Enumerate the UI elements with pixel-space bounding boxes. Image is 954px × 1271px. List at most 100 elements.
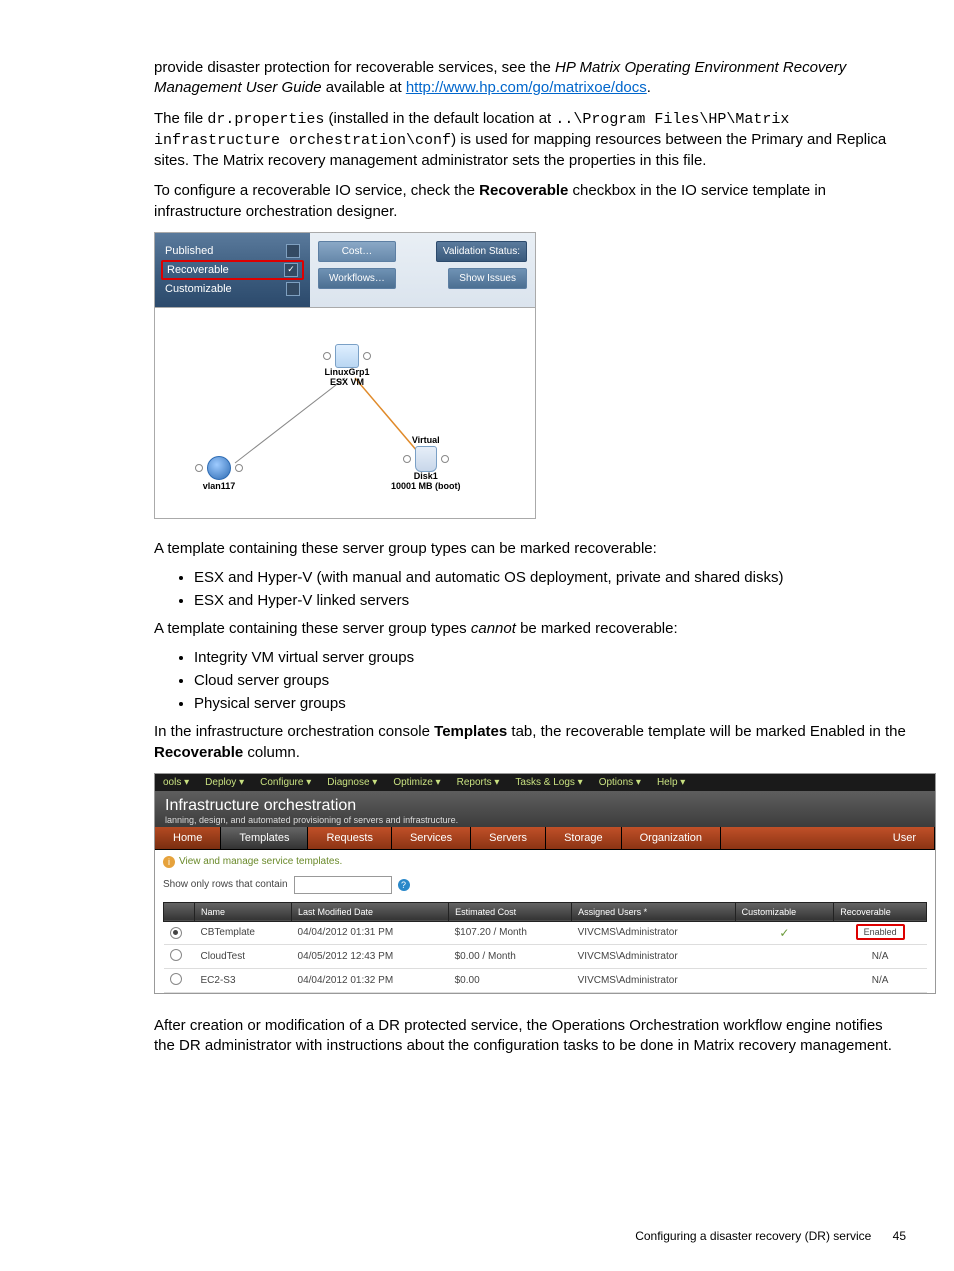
disk-label-2: 10001 MB (boot): [391, 482, 461, 492]
cell-customizable: [735, 968, 834, 992]
vm-node[interactable]: LinuxGrp1 ESX VM: [323, 344, 371, 388]
cost-button[interactable]: Cost…: [318, 241, 396, 262]
filter-row: Show only rows that contain ?: [163, 876, 927, 894]
cell-cost: $0.00: [449, 968, 572, 992]
text: provide disaster protection for recovera…: [154, 59, 555, 76]
designer-buttons: Cost… Workflows… Validation Status: Show…: [310, 233, 535, 307]
virtual-label: Virtual: [391, 436, 461, 446]
code-filename: dr.properties: [207, 111, 324, 128]
templates-panel: i View and manage service templates. Sho…: [155, 850, 935, 993]
col-name[interactable]: Name: [195, 902, 292, 921]
cell-users: VIVCMS\Administrator: [572, 968, 736, 992]
col-recoverable[interactable]: Recoverable: [834, 902, 927, 921]
col-estimated-cost[interactable]: Estimated Cost: [449, 902, 572, 921]
text: A template containing these server group…: [154, 620, 471, 637]
docs-link[interactable]: http://www.hp.com/go/matrixoe/docs: [406, 79, 647, 96]
checkmark-icon: ✓: [779, 926, 789, 940]
table-row[interactable]: CloudTest 04/05/2012 12:43 PM $0.00 / Mo…: [164, 944, 927, 968]
col-assigned-users[interactable]: Assigned Users *: [572, 902, 736, 921]
port-dot: [323, 352, 331, 360]
table-header-row: Name Last Modified Date Estimated Cost A…: [164, 902, 927, 921]
tab-storage[interactable]: Storage: [546, 827, 622, 849]
menu-tools[interactable]: ools ▾: [155, 774, 197, 791]
row-radio-selected[interactable]: [170, 927, 182, 939]
footer-page-number: 45: [893, 1229, 906, 1243]
tab-organization[interactable]: Organization: [622, 827, 721, 849]
menu-diagnose[interactable]: Diagnose ▾: [319, 774, 385, 791]
disk-icon: [415, 446, 437, 472]
paragraph-7: After creation or modification of a DR p…: [154, 1016, 906, 1057]
paragraph-2: The file dr.properties (installed in the…: [154, 109, 906, 172]
menu-help[interactable]: Help ▾: [649, 774, 693, 791]
cell-name: CBTemplate: [195, 921, 292, 944]
designer-toolbar: Published Recoverable ✓ Customizable Cos…: [155, 233, 535, 308]
row-radio[interactable]: [170, 973, 182, 985]
row-radio[interactable]: [170, 949, 182, 961]
col-customizable[interactable]: Customizable: [735, 902, 834, 921]
show-issues-button[interactable]: Show Issues: [448, 268, 527, 289]
tab-templates[interactable]: Templates: [221, 827, 308, 849]
menu-options[interactable]: Options ▾: [591, 774, 649, 791]
published-checkbox[interactable]: [286, 244, 300, 258]
customizable-label: Customizable: [165, 283, 232, 295]
console-subtitle: lanning, design, and automated provision…: [165, 815, 925, 825]
cell-users: VIVCMS\Administrator: [572, 944, 736, 968]
network-icon: [207, 456, 231, 480]
menu-deploy[interactable]: Deploy ▾: [197, 774, 252, 791]
paragraph-4: A template containing these server group…: [154, 539, 906, 559]
cell-date: 04/04/2012 01:31 PM: [292, 921, 449, 944]
cell-date: 04/04/2012 01:32 PM: [292, 968, 449, 992]
help-icon[interactable]: ?: [398, 879, 410, 891]
tab-services[interactable]: Services: [392, 827, 471, 849]
cell-customizable: [735, 944, 834, 968]
port-dot: [441, 455, 449, 463]
network-node[interactable]: vlan117: [195, 456, 243, 492]
paragraph-3: To configure a recoverable IO service, c…: [154, 181, 906, 222]
console-title: Infrastructure orchestration: [165, 797, 925, 815]
paragraph-1: provide disaster protection for recovera…: [154, 58, 906, 99]
bold-recoverable: Recoverable: [479, 182, 568, 199]
list-item: ESX and Hyper-V linked servers: [194, 592, 906, 609]
text: .: [647, 79, 651, 96]
text: tab, the recoverable template will be ma…: [507, 723, 906, 740]
recoverable-row: Recoverable ✓: [161, 260, 304, 280]
table-row[interactable]: EC2-S3 04/04/2012 01:32 PM $0.00 VIVCMS\…: [164, 968, 927, 992]
tab-requests[interactable]: Requests: [308, 827, 391, 849]
menu-tasks-logs[interactable]: Tasks & Logs ▾: [507, 774, 590, 791]
customizable-row: Customizable: [165, 279, 300, 299]
recoverable-label: Recoverable: [167, 264, 229, 276]
tab-user[interactable]: User: [721, 827, 935, 849]
published-row: Published: [165, 241, 300, 261]
disk-node[interactable]: Virtual Disk1 10001 MB (boot): [391, 436, 461, 492]
list-item: Physical server groups: [194, 695, 906, 712]
menu-reports[interactable]: Reports ▾: [449, 774, 508, 791]
bold-recoverable-col: Recoverable: [154, 744, 243, 761]
vlan-label: vlan117: [195, 482, 243, 492]
port-dot: [195, 464, 203, 472]
cell-date: 04/05/2012 12:43 PM: [292, 944, 449, 968]
filter-input[interactable]: [294, 876, 392, 894]
tab-home[interactable]: Home: [155, 827, 221, 849]
text: (installed in the default location at: [324, 110, 555, 127]
text: be marked recoverable:: [516, 620, 678, 637]
cannot-recover-list: Integrity VM virtual server groups Cloud…: [154, 649, 906, 712]
recoverable-checkbox[interactable]: ✓: [284, 263, 298, 277]
port-dot: [235, 464, 243, 472]
cell-cost: $107.20 / Month: [449, 921, 572, 944]
info-icon: i: [163, 856, 175, 868]
designer-screenshot: Published Recoverable ✓ Customizable Cos…: [154, 232, 536, 519]
col-last-modified[interactable]: Last Modified Date: [292, 902, 449, 921]
workflows-button[interactable]: Workflows…: [318, 268, 396, 289]
cell-name: CloudTest: [195, 944, 292, 968]
table-row[interactable]: CBTemplate 04/04/2012 01:31 PM $107.20 /…: [164, 921, 927, 944]
customizable-checkbox[interactable]: [286, 282, 300, 296]
cell-users: VIVCMS\Administrator: [572, 921, 736, 944]
menu-optimize[interactable]: Optimize ▾: [385, 774, 448, 791]
tab-servers[interactable]: Servers: [471, 827, 546, 849]
page-footer: Configuring a disaster recovery (DR) ser…: [635, 1229, 906, 1243]
server-icon: [335, 344, 359, 368]
menu-configure[interactable]: Configure ▾: [252, 774, 319, 791]
text: To configure a recoverable IO service, c…: [154, 182, 479, 199]
console-titlebar: Infrastructure orchestration lanning, de…: [155, 791, 935, 827]
topology-canvas: LinuxGrp1 ESX VM vlan117 Virtual: [155, 308, 535, 518]
